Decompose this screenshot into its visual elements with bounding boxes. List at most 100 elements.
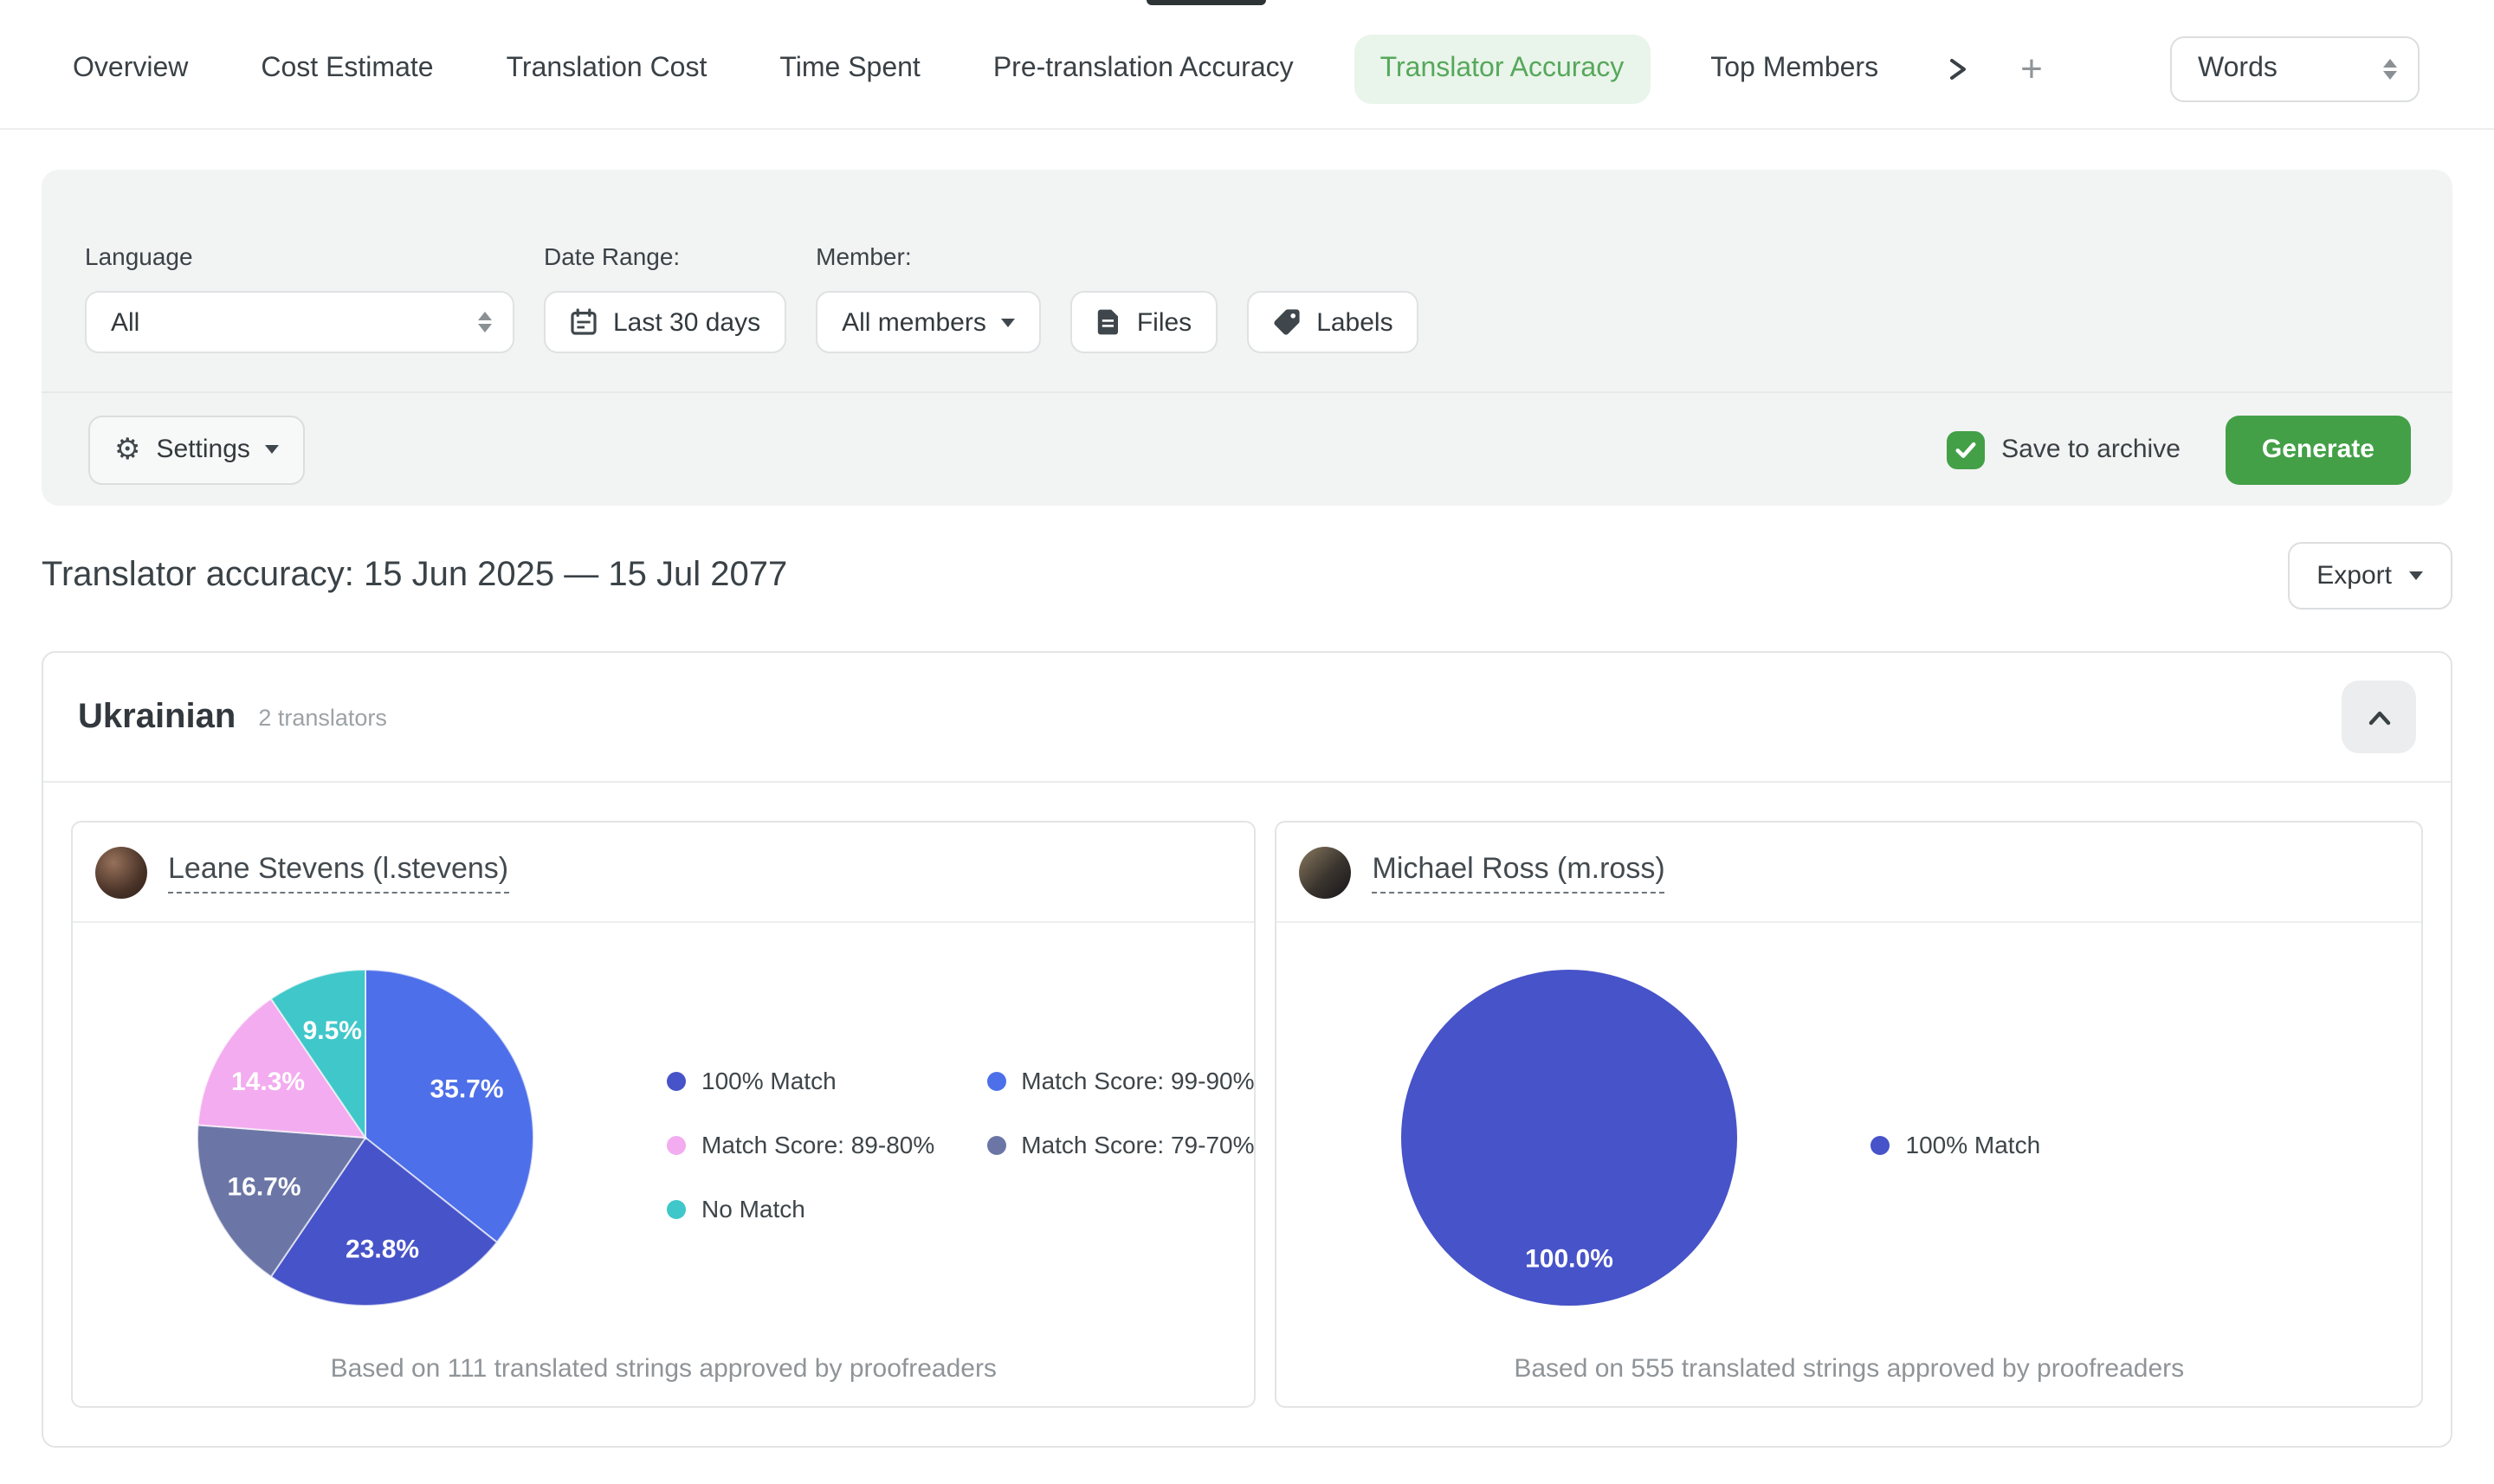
translator-card-body: 100.0% 100% Match	[1277, 923, 2422, 1307]
report-tabs-bar: Overview Cost Estimate Translation Cost Tim…	[0, 0, 2494, 130]
gear-icon: ⚙	[114, 435, 141, 464]
legend-label: Match Score: 79-70%	[1021, 1131, 1254, 1158]
legend-dot	[986, 1135, 1005, 1154]
legend-dot	[667, 1071, 686, 1090]
translator-card-header: Michael Ross (m.ross)	[1277, 823, 2422, 923]
slice-label: 23.8%	[346, 1236, 419, 1264]
legend-label: Match Score: 89-80%	[701, 1131, 934, 1158]
chart-legend: 100% Match Match Score: 99-90% Match Score…	[667, 1067, 1255, 1223]
select-arrows-icon	[478, 312, 492, 332]
member-select[interactable]: All members	[816, 291, 1042, 353]
unit-select-value: Words	[2198, 53, 2278, 84]
tab-translator-accuracy[interactable]: Translator Accuracy	[1354, 34, 1651, 103]
legend-item[interactable]: Match Score: 99-90%	[986, 1067, 1254, 1094]
calendar-icon	[570, 308, 598, 336]
report-filter-panel: Language All Date Range:	[42, 170, 2452, 506]
chart-footer-note: Based on 555 translated strings approved…	[1277, 1354, 2422, 1384]
tab-cost-estimate[interactable]: Cost Estimate	[261, 53, 433, 84]
legend-dot	[667, 1199, 686, 1218]
legend-label: 100% Match	[1906, 1131, 2041, 1158]
translator-card: Leane Stevens (l.stevens) 35.7% 23.8% 16.7…	[71, 821, 1257, 1408]
legend-dot	[986, 1071, 1005, 1090]
legend-dot	[1871, 1135, 1890, 1154]
pie-chart-host: 35.7% 23.8% 16.7% 14.3% 9.5%	[196, 968, 535, 1307]
language-group-card: Ukrainian 2 translators Leane Stevens (l…	[42, 651, 2452, 1448]
file-icon	[1097, 308, 1121, 336]
language-group-header: Ukrainian 2 translators	[43, 653, 2451, 783]
slice-label: 9.5%	[303, 1016, 362, 1045]
member-label: Member:	[816, 242, 1042, 270]
language-label: Language	[85, 242, 514, 270]
legend-label: 100% Match	[701, 1067, 837, 1094]
tab-overview[interactable]: Overview	[73, 53, 188, 84]
actions-row: ⚙ Settings Save to archive Generate	[42, 391, 2452, 506]
report-title-row: Translator accuracy: 15 Jun 2025 — 15 Ju…	[42, 542, 2452, 608]
chevron-up-icon	[2365, 706, 2393, 728]
legend-item[interactable]: 100% Match	[1871, 1131, 2041, 1158]
avatar	[95, 846, 147, 898]
pie-chart-host: 100.0%	[1400, 968, 1740, 1307]
legend-item[interactable]: No Match	[667, 1195, 934, 1223]
chart-legend: 100% Match	[1871, 1131, 2093, 1158]
translator-cards-area: Leane Stevens (l.stevens) 35.7% 23.8% 16.7…	[43, 783, 2451, 1446]
chart-footer-note: Based on 111 translated strings approved…	[73, 1354, 1255, 1384]
tab-pre-translation-accuracy[interactable]: Pre-translation Accuracy	[993, 53, 1294, 84]
chevron-right-icon	[1944, 55, 1968, 82]
legend-label: Match Score: 99-90%	[1021, 1067, 1254, 1094]
date-range-label: Date Range:	[544, 242, 786, 270]
files-button[interactable]: Files	[1071, 291, 1218, 353]
settings-button[interactable]: ⚙ Settings	[88, 415, 306, 484]
member-select-value: All members	[842, 307, 986, 337]
date-range-filter: Date Range: Last 30 days	[544, 242, 786, 353]
legend-item[interactable]: 100% Match	[667, 1067, 934, 1094]
settings-button-label: Settings	[157, 435, 250, 464]
files-filter: Files	[1071, 291, 1218, 353]
translator-card: Michael Ross (m.ross) 100.0% 100% Match …	[1276, 821, 2424, 1408]
legend-dot	[667, 1135, 686, 1154]
date-range-value: Last 30 days	[613, 307, 760, 337]
labels-button[interactable]: Labels	[1247, 291, 1418, 353]
member-filter: Member: All members	[816, 242, 1042, 353]
legend-label: No Match	[701, 1195, 805, 1223]
tabs-scroll-right-button[interactable]	[1944, 55, 1968, 82]
tag-icon	[1273, 308, 1301, 336]
slice-label: 14.3%	[231, 1068, 305, 1096]
translator-name-link[interactable]: Michael Ross (m.ross)	[1373, 851, 1665, 893]
translator-name-link[interactable]: Leane Stevens (l.stevens)	[168, 851, 508, 893]
pie-chart[interactable]: 35.7% 23.8% 16.7% 14.3% 9.5%	[196, 968, 535, 1307]
report-tabs: Overview Cost Estimate Translation Cost Tim…	[73, 34, 1878, 103]
export-button-label: Export	[2316, 560, 2392, 590]
legend-item[interactable]: Match Score: 79-70%	[986, 1131, 1254, 1158]
caret-down-icon	[266, 445, 280, 454]
pie-chart[interactable]: 100.0%	[1400, 968, 1740, 1307]
export-button[interactable]: Export	[2287, 541, 2452, 609]
language-select[interactable]: All	[85, 291, 514, 353]
save-archive-checkbox[interactable]	[1946, 430, 1984, 468]
tab-time-spent[interactable]: Time Spent	[779, 53, 920, 84]
slice-label: 16.7%	[227, 1172, 300, 1201]
report-title: Translator accuracy: 15 Jun 2025 — 15 Ju…	[42, 555, 787, 595]
select-arrows-icon	[2383, 58, 2397, 79]
slice-label: 35.7%	[430, 1075, 503, 1104]
labels-button-label: Labels	[1316, 307, 1392, 337]
language-name: Ukrainian	[78, 697, 236, 737]
legend-item[interactable]: Match Score: 89-80%	[667, 1131, 934, 1158]
tab-translation-cost[interactable]: Translation Cost	[507, 53, 707, 84]
labels-filter: Labels	[1247, 291, 1418, 353]
top-notch-artifact	[1147, 0, 1266, 5]
collapse-button[interactable]	[2342, 681, 2416, 753]
language-select-value: All	[111, 307, 139, 337]
avatar	[1300, 846, 1352, 898]
slice-label: 100.0%	[1526, 1245, 1614, 1274]
translators-count: 2 translators	[258, 704, 387, 730]
generate-button[interactable]: Generate	[2226, 415, 2411, 484]
filters-row: Language All Date Range:	[42, 170, 2452, 353]
add-report-button[interactable]: +	[2020, 49, 2043, 87]
checkmark-icon	[1951, 436, 1979, 463]
caret-down-icon	[2409, 571, 2423, 579]
tab-top-members[interactable]: Top Members	[1710, 53, 1878, 84]
translator-card-body: 35.7% 23.8% 16.7% 14.3% 9.5% 100% Match Match…	[73, 923, 1255, 1307]
translator-card-header: Leane Stevens (l.stevens)	[73, 823, 1255, 923]
date-range-button[interactable]: Last 30 days	[544, 291, 786, 353]
unit-select[interactable]: Words	[2170, 35, 2420, 101]
